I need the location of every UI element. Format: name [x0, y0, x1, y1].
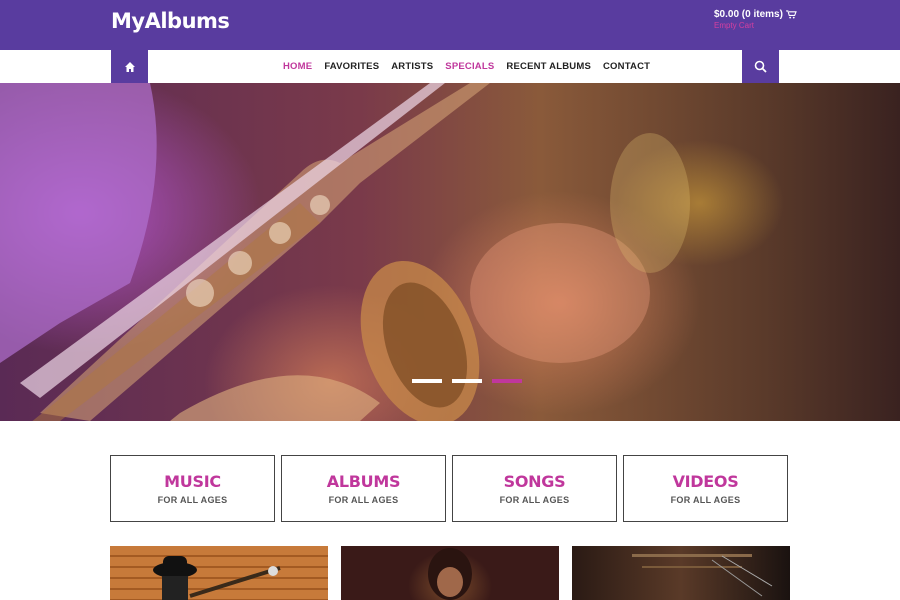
- banjo-player-image: [153, 556, 281, 600]
- category-title: MUSIC: [164, 472, 221, 491]
- album-thumbnails: [110, 546, 790, 600]
- search-button[interactable]: [742, 50, 779, 83]
- singer-image: [428, 548, 472, 600]
- home-button[interactable]: [111, 50, 148, 83]
- category-subtitle: FOR ALL AGES: [499, 495, 570, 505]
- site-logo[interactable]: MyAlbums: [111, 9, 230, 33]
- cart-icon: [786, 10, 797, 19]
- home-icon: [124, 61, 135, 72]
- cart-total: $0.00 (0 items): [714, 9, 783, 20]
- studio-image: [632, 554, 773, 597]
- hero-slider[interactable]: [0, 83, 900, 421]
- nav-home[interactable]: HOME: [283, 61, 312, 72]
- header: MyAlbums $0.00 (0 items) Empty Cart: [0, 0, 900, 50]
- category-subtitle: FOR ALL AGES: [328, 495, 399, 505]
- album-thumb-studio[interactable]: [572, 546, 790, 600]
- main-nav: HOME FAVORITES ARTISTS SPECIALS RECENT A…: [283, 50, 650, 83]
- category-subtitle: FOR ALL AGES: [157, 495, 228, 505]
- slider-dot-2[interactable]: [452, 379, 482, 383]
- slider-dots: [412, 379, 522, 383]
- nav-recent-albums[interactable]: RECENT ALBUMS: [506, 61, 591, 72]
- category-albums[interactable]: ALBUMS FOR ALL AGES: [281, 455, 446, 522]
- album-thumb-banjo-player[interactable]: [110, 546, 328, 600]
- saxophone-illustration: [0, 83, 690, 421]
- category-title: VIDEOS: [672, 472, 739, 491]
- navbar: HOME FAVORITES ARTISTS SPECIALS RECENT A…: [0, 50, 900, 83]
- category-title: SONGS: [503, 472, 566, 491]
- nav-artists[interactable]: ARTISTS: [391, 61, 433, 72]
- slider-dot-1[interactable]: [412, 379, 442, 383]
- empty-cart-link[interactable]: Empty Cart: [714, 21, 754, 30]
- category-songs[interactable]: SONGS FOR ALL AGES: [452, 455, 617, 522]
- cart-summary[interactable]: $0.00 (0 items): [714, 9, 797, 20]
- search-icon: [754, 60, 767, 73]
- album-thumb-singer[interactable]: [341, 546, 559, 600]
- nav-contact[interactable]: CONTACT: [603, 61, 650, 72]
- slider-dot-3[interactable]: [492, 379, 522, 383]
- nav-specials[interactable]: SPECIALS: [445, 61, 494, 72]
- category-title: ALBUMS: [326, 472, 401, 491]
- category-music[interactable]: MUSIC FOR ALL AGES: [110, 455, 275, 522]
- category-boxes: MUSIC FOR ALL AGES ALBUMS FOR ALL AGES S…: [110, 455, 790, 522]
- category-subtitle: FOR ALL AGES: [670, 495, 741, 505]
- category-videos[interactable]: VIDEOS FOR ALL AGES: [623, 455, 788, 522]
- nav-favorites[interactable]: FAVORITES: [324, 61, 379, 72]
